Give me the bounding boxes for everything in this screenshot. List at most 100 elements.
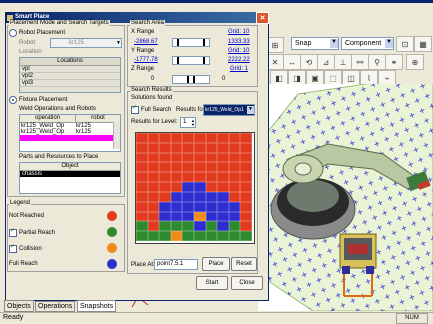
slider-handle-right[interactable] <box>193 76 195 83</box>
list-item[interactable]: vpl3 <box>20 80 120 87</box>
collision-checkbox[interactable]: Collision <box>9 243 42 253</box>
grid-cell[interactable] <box>194 152 206 163</box>
grid-cell[interactable] <box>205 162 218 173</box>
link-icon[interactable]: ⚭ <box>385 54 403 70</box>
grid-cell[interactable] <box>170 201 183 212</box>
scrollbar[interactable] <box>113 122 120 149</box>
grid-cell[interactable] <box>228 231 241 241</box>
grid-cell[interactable] <box>240 221 252 232</box>
grid-cell[interactable] <box>182 172 194 183</box>
grid-cell[interactable] <box>194 211 206 222</box>
grid-cell[interactable] <box>170 133 183 143</box>
grid-cell[interactable] <box>194 172 206 183</box>
grid-cell[interactable] <box>170 152 183 163</box>
grid-cell[interactable] <box>159 191 171 202</box>
grid-cell[interactable] <box>205 211 218 222</box>
reachability-grid[interactable] <box>135 132 255 244</box>
grid-cell[interactable] <box>194 231 206 241</box>
grid-cell[interactable] <box>240 211 252 222</box>
grid-cell[interactable] <box>182 152 194 163</box>
grid-cell[interactable] <box>182 201 194 212</box>
grid-cell[interactable] <box>147 221 160 232</box>
z-grid-link[interactable]: Grid: 1 <box>230 66 248 73</box>
grid-cell[interactable] <box>194 133 206 143</box>
slider-handle-right[interactable] <box>203 57 205 64</box>
translate-icon[interactable]: ↔ <box>283 54 301 70</box>
grid-cell[interactable] <box>217 201 229 212</box>
rotate-icon[interactable]: ⟲ <box>300 54 318 70</box>
slider-handle-left[interactable] <box>187 76 189 83</box>
place-button[interactable]: Place <box>202 257 230 271</box>
kinematic-icon[interactable]: ⚯ <box>351 54 369 70</box>
results-for-select[interactable]: kr125_Weld_Op1 ▼ <box>203 104 255 116</box>
robot-select[interactable]: kr125 ▼ <box>50 38 122 48</box>
grid-cell[interactable] <box>217 162 229 173</box>
grid-cell[interactable] <box>159 231 171 241</box>
grid-cell[interactable] <box>136 162 148 173</box>
grid-cell[interactable] <box>136 172 148 183</box>
grid-cell[interactable] <box>136 191 148 202</box>
tab-snapshots[interactable]: Snapshots <box>77 300 117 312</box>
grid-cell[interactable] <box>170 221 183 232</box>
grid-cell[interactable] <box>228 201 241 212</box>
grid-cell[interactable] <box>136 142 148 153</box>
grid-cell[interactable] <box>136 221 148 232</box>
grid-cell[interactable] <box>240 142 252 153</box>
close-dialog-button[interactable]: Close <box>231 276 263 290</box>
grid-cell[interactable] <box>182 191 194 202</box>
grid-cell[interactable] <box>147 162 160 173</box>
grid-cell[interactable] <box>205 191 218 202</box>
grid-cell[interactable] <box>217 142 229 153</box>
grid-cell[interactable] <box>182 162 194 173</box>
list-item[interactable]: vpl <box>20 66 120 73</box>
grid-cell[interactable] <box>147 172 160 183</box>
grid-cell[interactable] <box>136 152 148 163</box>
slider-handle-right[interactable] <box>203 39 205 46</box>
grid-cell[interactable] <box>217 133 229 143</box>
grid-cell[interactable] <box>228 221 241 232</box>
grid-cell[interactable] <box>170 211 183 222</box>
grid-cell[interactable] <box>182 231 194 241</box>
grid-cell[interactable] <box>240 162 252 173</box>
grid-cell[interactable] <box>228 162 241 173</box>
grid-cell[interactable] <box>228 142 241 153</box>
slider-handle-left[interactable] <box>177 57 179 64</box>
table-row-selected[interactable] <box>20 135 120 141</box>
grid-cell[interactable] <box>182 182 194 192</box>
grid-cell[interactable] <box>182 133 194 143</box>
reset-button[interactable]: Reset <box>231 257 257 271</box>
grid-cell[interactable] <box>147 182 160 192</box>
grid-cell[interactable] <box>228 182 241 192</box>
grid-cell[interactable] <box>217 152 229 163</box>
grid-cell[interactable] <box>170 231 183 241</box>
slider-handle-left[interactable] <box>177 39 179 46</box>
grid-cell[interactable] <box>159 142 171 153</box>
axis-icon[interactable]: ⊥ <box>334 54 352 70</box>
grid-cell[interactable] <box>147 231 160 241</box>
grid-cell[interactable] <box>217 231 229 241</box>
grid-cell[interactable] <box>205 142 218 153</box>
locations-list[interactable]: Locations vpl vpl2 vpl3 <box>19 57 121 93</box>
grid-cell[interactable] <box>182 211 194 222</box>
stepper-arrows-icon[interactable]: ▲ ▼ <box>191 118 195 127</box>
tab-operations[interactable]: Operations <box>35 301 76 312</box>
grid-cell[interactable] <box>170 162 183 173</box>
robot-placement-radio[interactable]: Robot Placement <box>9 29 65 37</box>
grid-cell[interactable] <box>159 211 171 222</box>
zoom-icon[interactable]: ⊕ <box>406 54 424 70</box>
x-grid-link[interactable]: Grid: 10 <box>228 29 249 36</box>
grid-cell[interactable] <box>205 201 218 212</box>
grid-cell[interactable] <box>170 142 183 153</box>
grid-cell[interactable] <box>194 221 206 232</box>
y-max-value[interactable]: 2222.22 <box>228 57 250 64</box>
y-range-slider[interactable] <box>172 56 210 65</box>
grid-cell[interactable] <box>205 221 218 232</box>
start-button[interactable]: Start <box>196 276 228 290</box>
grid-cell[interactable] <box>194 201 206 212</box>
grid-cell[interactable] <box>240 172 252 183</box>
grid-cell[interactable] <box>240 191 252 202</box>
grid-cell[interactable] <box>136 201 148 212</box>
grid-cell[interactable] <box>228 191 241 202</box>
grid-cell[interactable] <box>170 191 183 202</box>
grid-cell[interactable] <box>170 172 183 183</box>
